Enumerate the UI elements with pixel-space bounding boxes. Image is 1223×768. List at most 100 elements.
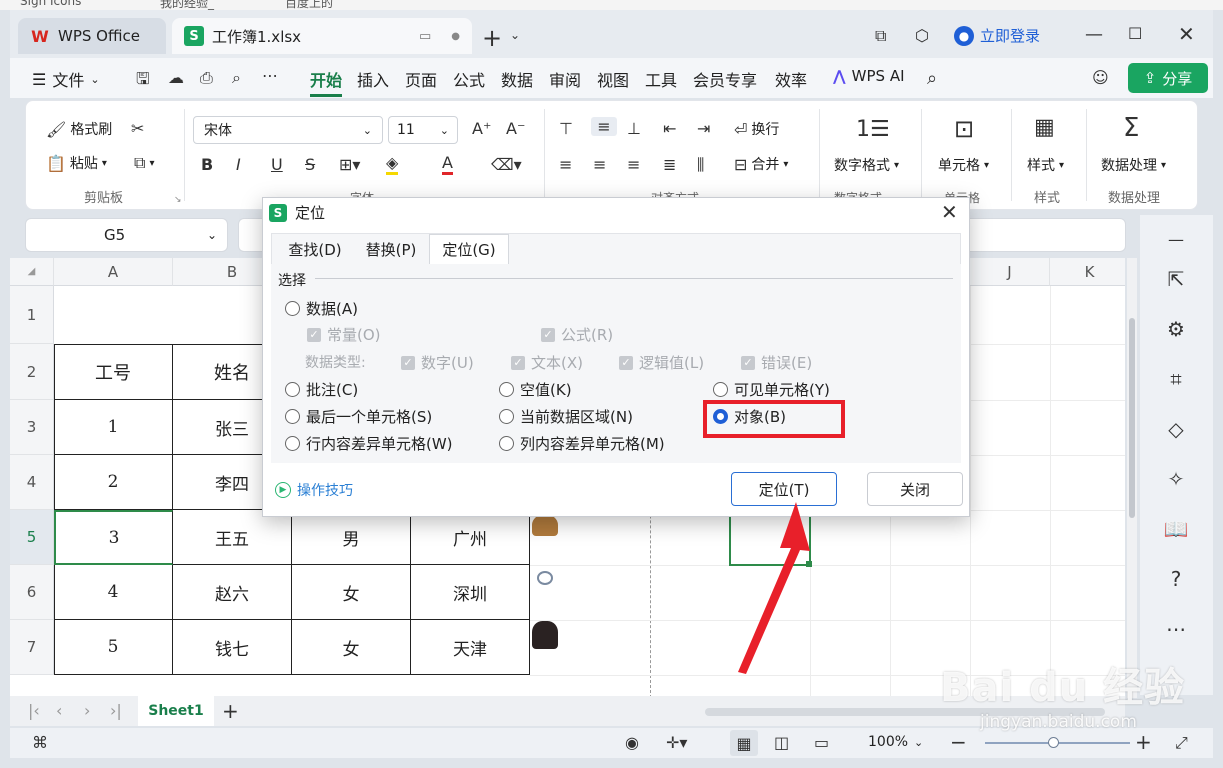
- normal-view-icon[interactable]: ▦: [730, 730, 758, 756]
- cut-icon[interactable]: ✂: [131, 119, 144, 138]
- chevron-down-icon[interactable]: ⌄: [510, 28, 520, 42]
- column-header[interactable]: A: [54, 258, 173, 286]
- align-left-icon[interactable]: ≡: [559, 155, 572, 174]
- strikethrough-icon[interactable]: S: [305, 155, 315, 174]
- help-icon[interactable]: ?: [1162, 565, 1190, 593]
- fullscreen-icon[interactable]: ⤢: [1175, 733, 1188, 753]
- wps-ai-button[interactable]: ⋀ WPS AI: [833, 67, 905, 85]
- cell-icon[interactable]: ⊡: [954, 115, 974, 143]
- tools-icon[interactable]: ✧: [1162, 465, 1190, 493]
- picture-object[interactable]: [537, 571, 553, 585]
- tab-review[interactable]: 审阅: [549, 67, 581, 91]
- table-cell[interactable]: 深圳: [411, 565, 530, 620]
- tab-workbook[interactable]: S 工作簿1.xlsx ▭ ●: [172, 18, 472, 54]
- minimize-icon[interactable]: —: [1085, 24, 1103, 45]
- print-preview-icon[interactable]: ⌕: [232, 68, 241, 88]
- checkbox-error[interactable]: ✓ 错误(E): [741, 352, 812, 373]
- number-format-button[interactable]: 数字格式 ▾: [834, 155, 899, 175]
- decrease-font-icon[interactable]: A⁻: [506, 119, 525, 138]
- file-menu[interactable]: ☰ 文件 ⌄: [32, 67, 100, 91]
- close-window-icon[interactable]: ✕: [1178, 22, 1195, 46]
- cloud-icon[interactable]: ☁: [168, 68, 184, 87]
- page-break-view-icon[interactable]: ▭: [814, 733, 829, 752]
- share-button[interactable]: ⇪ 分享: [1128, 63, 1208, 93]
- styles-icon[interactable]: ▦: [1034, 115, 1055, 140]
- radio-visible-cells[interactable]: 可见单元格(Y): [713, 379, 830, 400]
- table-cell[interactable]: 王五: [173, 510, 292, 565]
- crop-icon[interactable]: ⌗: [1162, 365, 1190, 393]
- italic-icon[interactable]: I: [236, 155, 241, 174]
- collapse-icon[interactable]: —: [1162, 225, 1190, 253]
- monitor-icon[interactable]: ▭: [419, 29, 431, 44]
- align-middle-icon[interactable]: ≡: [591, 117, 617, 136]
- align-top-icon[interactable]: ⊤: [559, 119, 573, 138]
- select-all-corner[interactable]: ◢: [10, 258, 54, 286]
- last-sheet-icon[interactable]: ›|: [110, 701, 122, 720]
- more-icon[interactable]: ⋯: [262, 66, 278, 85]
- table-cell[interactable]: 女: [292, 620, 411, 675]
- sigma-icon[interactable]: Σ: [1123, 113, 1139, 143]
- table-cell[interactable]: 天津: [411, 620, 530, 675]
- tab-wps-office[interactable]: W WPS Office: [18, 18, 166, 54]
- maximize-icon[interactable]: ☐: [1128, 24, 1142, 43]
- table-cell[interactable]: 女: [292, 565, 411, 620]
- radio-current-region[interactable]: 当前数据区域(N): [499, 406, 633, 427]
- save-icon[interactable]: 🖫: [136, 68, 150, 95]
- font-size-select[interactable]: 11 ⌄: [388, 116, 458, 144]
- column-header[interactable]: J: [970, 258, 1050, 286]
- align-right-icon[interactable]: ≡: [627, 155, 640, 174]
- cells-button[interactable]: 单元格 ▾: [938, 155, 989, 175]
- justify-icon[interactable]: ≣: [663, 155, 676, 174]
- radio-comment[interactable]: 批注(C): [285, 379, 358, 400]
- align-center-icon[interactable]: ≡: [593, 155, 606, 174]
- table-cell[interactable]: 4: [54, 565, 173, 620]
- prev-sheet-icon[interactable]: ‹: [56, 701, 62, 720]
- cube-icon[interactable]: ⬡: [915, 26, 929, 45]
- merge-button[interactable]: ⊟ 合并 ▾: [734, 154, 788, 174]
- font-color-icon[interactable]: A: [442, 153, 453, 175]
- bookmark-item[interactable]: 百度上的: [285, 0, 333, 10]
- close-dialog-icon[interactable]: ✕: [941, 200, 958, 224]
- first-sheet-icon[interactable]: |‹: [28, 701, 40, 720]
- tips-link[interactable]: ▶ 操作技巧: [275, 480, 353, 500]
- properties-icon[interactable]: ⚙: [1162, 315, 1190, 343]
- tab-tools[interactable]: 工具: [645, 67, 677, 91]
- fill-color-icon[interactable]: ◈: [386, 153, 399, 175]
- table-cell[interactable]: 广州: [411, 510, 530, 565]
- radio-column-differences[interactable]: 列内容差异单元格(M): [499, 433, 665, 454]
- format-painter-button[interactable]: 🖌 格式刷: [46, 119, 112, 139]
- dialog-launcher-icon[interactable]: ↘: [174, 195, 182, 205]
- table-cell[interactable]: 男: [292, 510, 411, 565]
- picture-object[interactable]: [532, 514, 558, 536]
- close-button[interactable]: 关闭: [867, 472, 963, 506]
- tab-data[interactable]: 数据: [501, 67, 533, 91]
- bookmark-item[interactable]: Sign Icons: [20, 0, 81, 8]
- vertical-scrollbar[interactable]: [1127, 258, 1137, 698]
- tab-view[interactable]: 视图: [597, 67, 629, 91]
- row-header[interactable]: 1: [10, 286, 54, 344]
- zoom-select[interactable]: 100% ⌄: [868, 734, 923, 750]
- new-tab-plus-icon[interactable]: +: [482, 24, 502, 52]
- scrollbar-thumb[interactable]: [1129, 318, 1135, 518]
- bookmark-item[interactable]: 我的经验_: [160, 0, 214, 10]
- align-bottom-icon[interactable]: ⊥: [627, 119, 641, 138]
- indent-icon[interactable]: ⇥: [697, 119, 710, 138]
- tab-formula[interactable]: 公式: [453, 67, 485, 91]
- column-header[interactable]: K: [1050, 258, 1125, 286]
- wrap-text-button[interactable]: ⏎ 换行: [734, 119, 779, 139]
- checkbox-logical[interactable]: ✓ 逻辑值(L): [619, 352, 704, 373]
- print-icon[interactable]: ⎙: [200, 68, 213, 88]
- tab-page[interactable]: 页面: [405, 67, 437, 91]
- tab-replace[interactable]: 替换(P): [351, 234, 431, 264]
- radio-row-differences[interactable]: 行内容差异单元格(W): [285, 433, 453, 454]
- search-icon[interactable]: ⌕: [927, 68, 937, 89]
- data-processing-button[interactable]: 数据处理 ▾: [1101, 155, 1166, 175]
- tab-find[interactable]: 查找(D): [273, 234, 357, 264]
- zoom-out-icon[interactable]: −: [950, 730, 967, 754]
- table-cell[interactable]: 2: [54, 455, 173, 510]
- more-options-icon[interactable]: ⋯: [1162, 615, 1190, 643]
- underline-icon[interactable]: U: [271, 155, 283, 174]
- window-copy-icon[interactable]: ⧉: [875, 26, 886, 46]
- shape-icon[interactable]: ◇: [1162, 415, 1190, 443]
- row-header[interactable]: 6: [10, 565, 54, 620]
